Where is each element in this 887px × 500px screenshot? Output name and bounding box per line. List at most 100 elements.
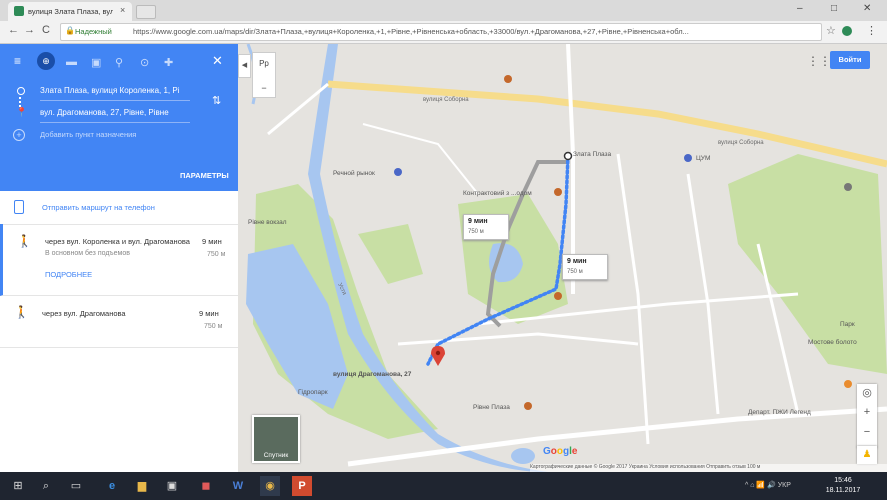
extension-icon[interactable] — [842, 26, 852, 36]
callout-distance: 750 м — [567, 269, 583, 275]
powerpoint-icon[interactable]: P — [292, 476, 312, 496]
mode-bike-icon[interactable]: ⊙ — [140, 56, 149, 69]
windows-taskbar: ⊞ ⌕ ▭ e ▆ ▣ ◼ W ◉ P ^ ⌂ 📶 🔊 УКР 15:46 18… — [0, 472, 887, 500]
edge-icon[interactable]: e — [102, 476, 122, 496]
route-connector — [19, 97, 23, 107]
road-main-south — [347, 406, 887, 467]
callout-time: 9 мин — [468, 218, 488, 225]
close-directions-icon[interactable]: ✕ — [212, 53, 223, 69]
lock-icon: 🔒 — [65, 26, 75, 35]
label-rivne-plaza: Рівне Плаза — [473, 403, 510, 411]
mode-best-icon[interactable]: ⊕ — [37, 52, 55, 70]
small-lake — [511, 448, 535, 464]
browser-tab-bar: вулиця Злата Плаза, вул... × – □ ✕ — [0, 0, 887, 21]
road — [397, 332, 639, 346]
lang-label[interactable]: Рр — [253, 59, 275, 68]
poi-icon — [554, 292, 562, 300]
label-kontraktova: Контрактовий з ...одом — [463, 189, 532, 197]
browser-tab[interactable]: вулиця Злата Плаза, вул... × — [8, 2, 132, 21]
tab-close-icon[interactable]: × — [120, 5, 125, 15]
route-callout[interactable]: 9 мин 750 м — [463, 214, 509, 240]
label-mostove: Мостове болото — [808, 338, 857, 346]
send-to-phone-row[interactable]: Отправить маршрут на телефон — [0, 191, 238, 225]
tab-title: вулиця Злата Плаза, вул... — [28, 7, 113, 16]
origin-input[interactable]: Злата Плаза, вулиця Короленка, 1, Рі — [40, 86, 190, 101]
destination-pin-center — [435, 350, 441, 356]
params-button[interactable]: ПАРАМЕТРЫ — [180, 171, 229, 180]
route-details-link[interactable]: ПОДРОБНЕЕ — [45, 270, 92, 279]
satellite-label: Спутник — [263, 452, 289, 459]
search-icon[interactable]: ⌕ — [36, 476, 56, 496]
menu-icon[interactable]: ≡ — [14, 54, 21, 68]
label-zlata: Злата Плаза — [573, 151, 612, 158]
origin-dot-icon — [17, 87, 25, 95]
compass-icon[interactable]: ◎ — [857, 386, 877, 399]
back-button[interactable]: ← — [8, 24, 19, 36]
map-lang-control[interactable]: Рр − — [252, 52, 276, 98]
label-soborna-2: вулиця Соборна — [718, 140, 764, 146]
label-park: Парк — [840, 321, 855, 328]
reload-button[interactable]: C — [42, 24, 50, 36]
poi-icon — [394, 168, 402, 176]
route-callout[interactable]: 9 мин 750 м — [562, 254, 608, 280]
system-tray[interactable]: ^ ⌂ 📶 🔊 УКР — [745, 481, 791, 489]
destination-pin — [431, 346, 445, 366]
label-hidropark: Гідропарк — [298, 388, 328, 396]
satellite-toggle[interactable]: Спутник — [252, 415, 300, 463]
word-icon[interactable]: W — [228, 476, 248, 496]
swap-icon[interactable]: ⇅ — [212, 94, 221, 107]
add-destination-icon[interactable]: + — [13, 129, 25, 141]
mail-icon[interactable]: ◼ — [196, 476, 216, 496]
destination-pin-icon: 📍 — [16, 107, 28, 117]
url-text[interactable]: https://www.google.com.ua/maps/dir/Злата… — [133, 27, 813, 36]
label-tsum: ЦУМ — [696, 155, 710, 162]
lang-minus-button[interactable]: − — [253, 83, 275, 93]
mode-car-icon[interactable]: ▬ — [66, 56, 77, 68]
file-explorer-icon[interactable]: ▆ — [132, 476, 152, 496]
directions-panel: ≡ ⊕ ▬ ▣ ⚲ ⊙ ✚ ✕ 📍 Злата Плаза, вулиця Ко… — [0, 44, 241, 472]
callout-time: 9 мин — [567, 258, 587, 265]
poi-icon — [554, 188, 562, 196]
mode-walk-icon[interactable]: ⚲ — [115, 56, 123, 69]
origin-marker — [563, 151, 573, 161]
window-close-button[interactable]: ✕ — [863, 3, 871, 14]
route-option-2[interactable]: 🚶 через вул. Драгоманова 9 мин 750 м — [0, 295, 238, 348]
route-subtitle: В основном без подъемов — [45, 250, 130, 257]
clock[interactable]: 15:46 18.11.2017 — [808, 476, 878, 496]
apps-grid-icon[interactable]: ⋮⋮ — [807, 54, 831, 68]
mode-flight-icon[interactable]: ✚ — [164, 56, 173, 69]
route-time: 9 мин — [202, 237, 222, 246]
destination-input[interactable]: вул. Драгоманова, 27, Рівне, Рівне — [40, 108, 190, 123]
send-to-phone-label[interactable]: Отправить маршрут на телефон — [42, 203, 155, 212]
store-icon[interactable]: ▣ — [162, 476, 182, 496]
chrome-icon[interactable]: ◉ — [260, 476, 280, 496]
label-vokzal: Рівне вокзал — [248, 218, 287, 226]
route-distance: 750 м — [204, 323, 223, 330]
pegman-icon[interactable]: ♟ — [857, 446, 877, 464]
window-minimize-button[interactable]: – — [797, 3, 803, 14]
zoom-out-button[interactable]: − — [857, 426, 877, 438]
address-bar[interactable]: 🔒 Надежный https://www.google.com.ua/map… — [60, 23, 822, 41]
browser-menu-icon[interactable]: ⋮ — [866, 24, 877, 37]
phone-icon — [14, 200, 24, 214]
poi-icon — [504, 75, 512, 83]
signin-button[interactable]: Войти — [830, 51, 870, 69]
walk-icon: 🚶 — [17, 234, 32, 248]
map-canvas[interactable]: Злата Плаза ЦУМ Речной рынок вулиця Собо… — [238, 44, 887, 472]
directions-header: ≡ ⊕ ▬ ▣ ⚲ ⊙ ✚ ✕ 📍 Злата Плаза, вулиця Ко… — [0, 44, 238, 191]
secure-label: Надежный — [75, 27, 112, 36]
add-destination-link[interactable]: Добавить пункт назначения — [40, 130, 136, 139]
window-maximize-button[interactable]: □ — [831, 3, 837, 14]
forward-button[interactable]: → — [24, 24, 35, 36]
start-button[interactable]: ⊞ — [8, 476, 28, 496]
task-view-icon[interactable]: ▭ — [66, 476, 86, 496]
bookmark-star-icon[interactable]: ☆ — [826, 24, 836, 37]
new-tab-button[interactable] — [136, 5, 156, 19]
zoom-in-button[interactable]: + — [857, 406, 877, 418]
map-footer: Картографические данные © Google 2017 Ук… — [530, 464, 887, 472]
poi-icon — [524, 402, 532, 410]
label-destination: вулиця Драгоманова, 27 — [333, 371, 412, 378]
mode-transit-icon[interactable]: ▣ — [91, 56, 101, 69]
route-option-1[interactable]: 🚶 через вул. Короленка и вул. Драгоманов… — [0, 224, 241, 296]
collapse-panel-button[interactable]: ◀ — [238, 54, 251, 78]
